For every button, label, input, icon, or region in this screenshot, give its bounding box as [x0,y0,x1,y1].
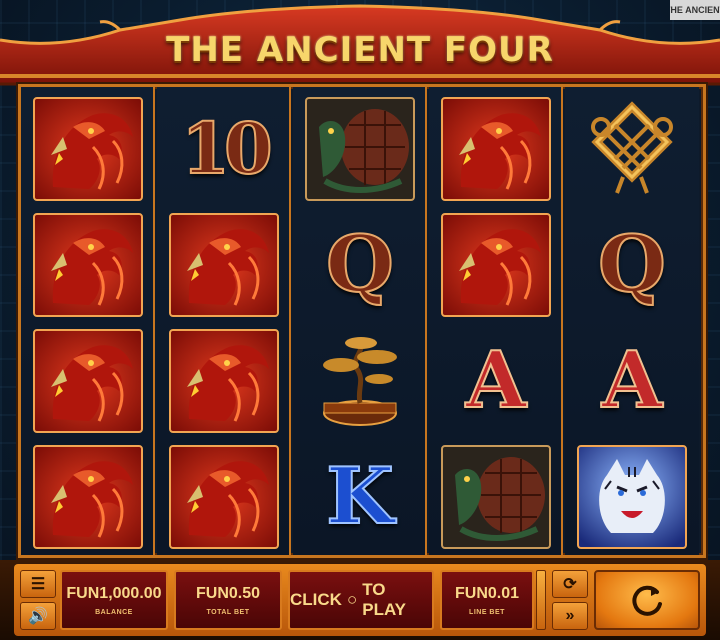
total-bet-panel[interactable]: FUN0.50 TOTAL BET [174,570,282,630]
symbol-bonsai [305,329,415,433]
symbol-ace: A [577,329,687,433]
sound-button[interactable]: 🔊 [20,602,56,630]
symbol-ace-label: A [601,335,664,426]
symbol-tiger [577,445,687,549]
symbol-king: K [305,445,415,549]
reel-3: Q K [293,87,427,555]
line-bet-label: LINE BET [469,608,505,616]
speaker-icon: 🔊 [28,608,48,625]
spin-button[interactable] [594,570,700,630]
fast-forward-icon: » [565,607,575,624]
spin-icon [632,585,662,616]
game-title: THE ANCIENT FOUR [166,30,554,70]
play-circle-icon: ○ [346,590,358,609]
symbol-queen: Q [577,213,687,317]
line-bet-panel[interactable]: FUN0.01 LINE BET [440,570,534,630]
symbol-phoenix [441,213,551,317]
play-text-to-play: TO PLAY [362,580,407,619]
click-to-play-button[interactable]: CLICK ○ TO PLAY [288,570,434,630]
fast-forward-button[interactable]: » [552,602,588,630]
reel-frame: 10 Q K A Q A [18,84,706,558]
control-bar-inner: ☰ 🔊 FUN1,000.00 BALANCE FUN0.50 TOTAL BE… [14,564,706,636]
symbol-ten-label: 10 [180,107,273,190]
symbol-queen: Q [305,213,415,317]
balance-value: FUN1,000.00 [66,584,162,602]
symbol-turtle [305,97,415,201]
total-bet-value: FUN0.50 [195,584,261,602]
reel-4: A [429,87,563,555]
symbol-ace-label: A [465,335,528,426]
symbol-king-label: K [325,451,395,542]
autoplay-button[interactable]: ⟳ [552,570,588,598]
symbol-phoenix [169,213,279,317]
control-bar: ☰ 🔊 FUN1,000.00 BALANCE FUN0.50 TOTAL BE… [0,560,720,640]
reel-5: Q A [565,87,699,555]
symbol-queen-label: Q [597,219,667,310]
symbol-phoenix [33,97,143,201]
symbol-phoenix [33,329,143,433]
symbol-phoenix [169,445,279,549]
total-bet-label: TOTAL BET [206,608,250,616]
balance-panel: FUN1,000.00 BALANCE [60,570,168,630]
symbol-phoenix [169,329,279,433]
symbol-queen-label: Q [325,219,395,310]
line-bet-adjuster[interactable] [536,570,546,630]
symbol-phoenix [33,445,143,549]
symbol-phoenix [33,213,143,317]
play-text-click: CLICK [290,590,342,609]
menu-button[interactable]: ☰ [20,570,56,598]
reel-2: 10 [157,87,291,555]
autoplay-icon: ⟳ [563,576,577,593]
menu-icon: ☰ [30,576,46,593]
balance-label: BALANCE [95,608,133,616]
symbol-ten: 10 [169,97,279,201]
line-bet-value: FUN0.01 [454,584,520,602]
symbol-ace: A [441,329,551,433]
symbol-turtle [441,445,551,549]
symbol-phoenix [441,97,551,201]
reel-1 [21,87,155,555]
symbol-knot [577,97,687,201]
